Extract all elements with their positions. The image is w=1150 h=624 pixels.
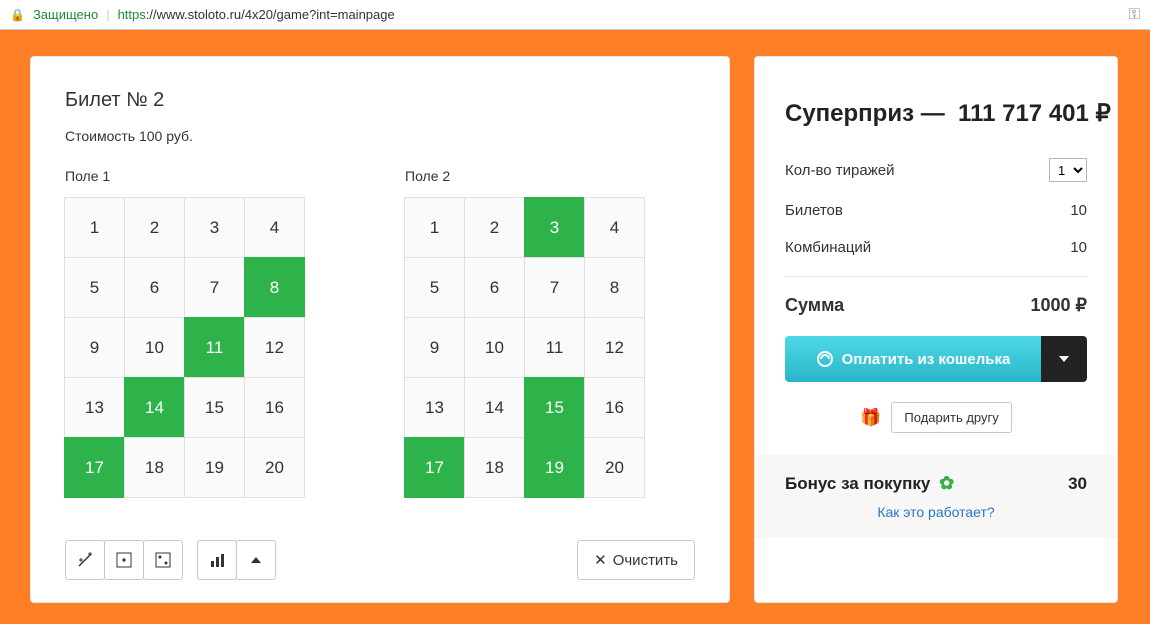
combos-row: Комбинаций 10 xyxy=(785,239,1087,256)
key-icon[interactable]: ⚿ xyxy=(1129,6,1140,23)
number-cell[interactable]: 16 xyxy=(244,377,305,438)
number-cell[interactable]: 2 xyxy=(464,197,525,258)
draws-row: Кол-во тиражей 1 xyxy=(785,158,1087,182)
number-cell[interactable]: 15 xyxy=(184,377,245,438)
number-cell[interactable]: 5 xyxy=(404,257,465,318)
bonus-value: 30 xyxy=(1068,474,1087,494)
number-cell[interactable]: 15 xyxy=(524,377,585,438)
address-bar: 🔒 Защищено | https://www.stoloto.ru/4x20… xyxy=(0,0,1150,30)
ticket-title: Билет № 2 xyxy=(65,89,695,112)
tickets-value: 10 xyxy=(1070,202,1087,219)
number-cell[interactable]: 12 xyxy=(244,317,305,378)
sum-value: 1000 ₽ xyxy=(1031,295,1088,316)
number-cell[interactable]: 10 xyxy=(464,317,525,378)
number-cell[interactable]: 6 xyxy=(464,257,525,318)
page: Билет № 2 Стоимость 100 руб. Поле 1 1234… xyxy=(0,30,1150,624)
secure-label: Защищено xyxy=(33,7,98,22)
divider xyxy=(785,276,1087,277)
close-icon: ✕ xyxy=(594,551,607,569)
number-cell[interactable]: 13 xyxy=(404,377,465,438)
number-cell[interactable]: 9 xyxy=(404,317,465,378)
number-cell[interactable]: 4 xyxy=(584,197,645,258)
number-cell[interactable]: 11 xyxy=(184,317,245,378)
number-cell[interactable]: 6 xyxy=(124,257,185,318)
number-cell[interactable]: 8 xyxy=(244,257,305,318)
pay-dropdown-arrow[interactable] xyxy=(1041,336,1087,382)
number-cell[interactable]: 1 xyxy=(64,197,125,258)
tickets-row: Билетов 10 xyxy=(785,202,1087,219)
field-1: Поле 1 1234567891011121314151617181920 xyxy=(65,168,305,498)
how-it-works-link[interactable]: Как это работает? xyxy=(877,504,994,520)
number-cell[interactable]: 7 xyxy=(524,257,585,318)
number-cell[interactable]: 16 xyxy=(584,377,645,438)
ticket-card: Билет № 2 Стоимость 100 руб. Поле 1 1234… xyxy=(30,56,730,603)
combos-label: Комбинаций xyxy=(785,239,871,256)
field-2: Поле 2 1234567891011121314151617181920 xyxy=(405,168,645,498)
number-cell[interactable]: 19 xyxy=(524,437,585,498)
die-one-button[interactable] xyxy=(104,540,144,580)
number-cell[interactable]: 3 xyxy=(184,197,245,258)
tickets-label: Билетов xyxy=(785,202,843,219)
gift-icon: 🎁 xyxy=(860,408,881,428)
sum-label: Сумма xyxy=(785,295,844,316)
number-cell[interactable]: 18 xyxy=(124,437,185,498)
number-cell[interactable]: 20 xyxy=(244,437,305,498)
field-1-label: Поле 1 xyxy=(65,168,305,184)
ticket-toolbar: ✕ Очистить xyxy=(65,540,695,580)
number-cell[interactable]: 8 xyxy=(584,257,645,318)
number-cell[interactable]: 17 xyxy=(404,437,465,498)
collapse-button[interactable] xyxy=(236,540,276,580)
gift-button[interactable]: Подарить другу xyxy=(891,402,1011,433)
number-cell[interactable]: 3 xyxy=(524,197,585,258)
number-cell[interactable]: 17 xyxy=(64,437,125,498)
combos-value: 10 xyxy=(1070,239,1087,256)
number-cell[interactable]: 11 xyxy=(524,317,585,378)
pay-button[interactable]: Оплатить из кошелька xyxy=(785,336,1087,382)
draws-select[interactable]: 1 xyxy=(1049,158,1087,182)
die-two-button[interactable] xyxy=(143,540,183,580)
stats-button[interactable] xyxy=(197,540,237,580)
number-cell[interactable]: 12 xyxy=(584,317,645,378)
url-text[interactable]: https://www.stoloto.ru/4x20/game?int=mai… xyxy=(118,7,395,22)
number-cell[interactable]: 20 xyxy=(584,437,645,498)
draws-label: Кол-во тиражей xyxy=(785,162,895,179)
ticket-cost: Стоимость 100 руб. xyxy=(65,128,695,144)
separator: | xyxy=(106,7,109,22)
number-cell[interactable]: 5 xyxy=(64,257,125,318)
number-cell[interactable]: 18 xyxy=(464,437,525,498)
number-cell[interactable]: 9 xyxy=(64,317,125,378)
clear-label: Очистить xyxy=(613,552,678,569)
field-2-label: Поле 2 xyxy=(405,168,645,184)
magic-wand-button[interactable] xyxy=(65,540,105,580)
jackpot: Суперприз — 111 717 401 ₽ xyxy=(785,99,1087,128)
sum-row: Сумма 1000 ₽ xyxy=(785,295,1087,316)
number-cell[interactable]: 10 xyxy=(124,317,185,378)
lock-icon: 🔒 xyxy=(10,8,25,22)
number-cell[interactable]: 19 xyxy=(184,437,245,498)
bonus-label: Бонус за покупку ✿ xyxy=(785,473,954,494)
number-cell[interactable]: 2 xyxy=(124,197,185,258)
summary-card: Суперприз — 111 717 401 ₽ Кол-во тиражей… xyxy=(754,56,1118,603)
number-cell[interactable]: 7 xyxy=(184,257,245,318)
number-cell[interactable]: 14 xyxy=(464,377,525,438)
pay-label: Оплатить из кошелька xyxy=(842,351,1011,368)
bonus-block: Бонус за покупку ✿ 30 Как это работает? xyxy=(755,455,1117,538)
number-cell[interactable]: 4 xyxy=(244,197,305,258)
wallet-icon xyxy=(816,350,834,368)
clover-icon: ✿ xyxy=(939,473,954,493)
number-cell[interactable]: 13 xyxy=(64,377,125,438)
number-cell[interactable]: 1 xyxy=(404,197,465,258)
clear-button[interactable]: ✕ Очистить xyxy=(577,540,695,580)
number-cell[interactable]: 14 xyxy=(124,377,185,438)
